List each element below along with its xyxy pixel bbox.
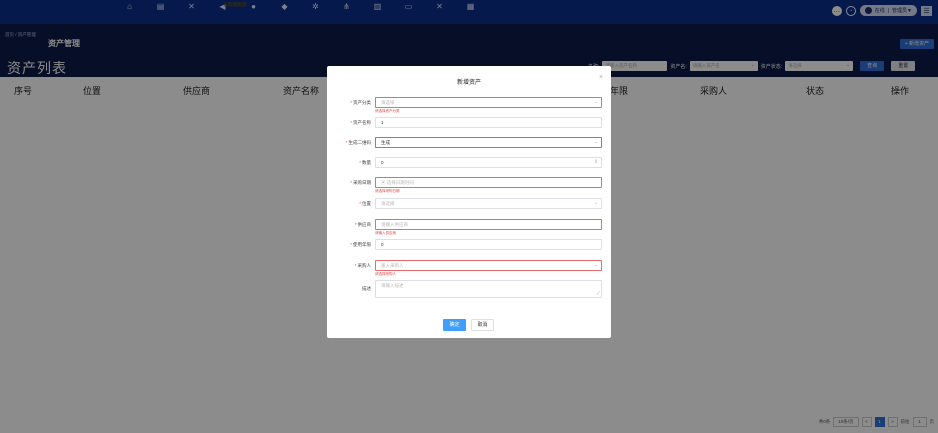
resize-grip-icon[interactable]: ⟋ <box>596 291 600 297</box>
category-label: *资产分类 <box>350 100 371 105</box>
supplier-input[interactable]: 请输入供应商 <box>375 219 602 230</box>
stepper-icon[interactable]: ⇕ <box>594 158 598 167</box>
chevron-down-icon: ⌄ <box>593 262 598 268</box>
purchase-date-label: *采购日期 <box>350 180 371 185</box>
asset-name-input[interactable]: 1 <box>375 117 602 128</box>
purchase-date-error: 请选择采购日期 <box>375 189 400 193</box>
desc-textarea[interactable]: 请输入描述 ⟋ <box>375 280 602 298</box>
count-label: *数量 <box>359 160 371 165</box>
qrcode-select[interactable]: 生成 ⌄ <box>375 137 602 148</box>
location-label: *位置 <box>359 201 371 206</box>
supplier-label: *供应商 <box>354 222 371 227</box>
supplier-error: 请输入供应商 <box>375 231 396 235</box>
years-input[interactable]: 0 <box>375 239 602 250</box>
category-select[interactable]: 请选择 ⌄ <box>375 97 602 108</box>
buyer-error: 请选择采购人 <box>375 272 396 276</box>
add-asset-dialog: 新增资产 × *资产分类 请选择 ⌄ 请选择资产分类 *资产名称 1 *生成二维码… <box>327 66 611 338</box>
name-label: *资产名称 <box>350 120 371 125</box>
category-error: 请选择资产分类 <box>375 109 400 113</box>
confirm-button[interactable]: 确定 <box>443 319 466 331</box>
purchase-date-picker[interactable]: ▣ 选择日期时间 <box>375 177 602 188</box>
chevron-down-icon: ⌄ <box>593 139 598 145</box>
dialog-title: 新增资产 <box>456 80 481 86</box>
location-select[interactable]: 请选择 ⌄ <box>375 198 602 209</box>
qrcode-label: *生成二维码 <box>345 140 371 145</box>
buyer-label: *采购人 <box>354 263 371 268</box>
cancel-button[interactable]: 取消 <box>471 319 494 331</box>
desc-label: 描述 <box>362 286 371 291</box>
chevron-down-icon: ⌄ <box>593 200 598 206</box>
buyer-select[interactable]: 输入采购人 ⌄ <box>375 260 602 271</box>
count-stepper[interactable]: 0 ⇕ <box>375 157 602 168</box>
years-label: *使用年限 <box>350 242 371 247</box>
close-icon[interactable]: × <box>599 74 603 81</box>
chevron-down-icon: ⌄ <box>593 99 598 105</box>
